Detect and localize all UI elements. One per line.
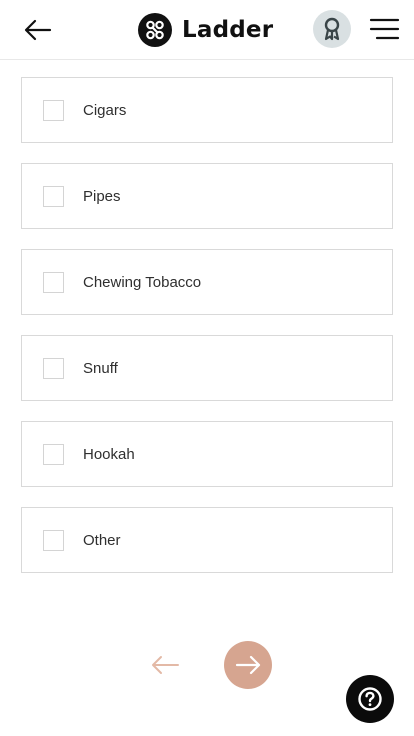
checkbox[interactable] bbox=[43, 357, 64, 379]
arrow-left-icon bbox=[152, 656, 179, 674]
option-cigars[interactable]: Cigars bbox=[21, 77, 393, 143]
arrow-left-icon bbox=[24, 19, 52, 41]
previous-button[interactable] bbox=[149, 652, 181, 678]
option-pipes[interactable]: Pipes bbox=[21, 163, 393, 229]
brand-name: Ladder bbox=[182, 17, 274, 43]
option-label: Chewing Tobacco bbox=[83, 273, 202, 291]
option-label: Snuff bbox=[83, 359, 118, 377]
checkbox[interactable] bbox=[43, 529, 64, 551]
option-chewing-tobacco[interactable]: Chewing Tobacco bbox=[21, 249, 393, 315]
back-button[interactable] bbox=[22, 16, 54, 44]
award-ribbon-icon bbox=[324, 17, 340, 41]
checkbox[interactable] bbox=[43, 443, 64, 465]
option-hookah[interactable]: Hookah bbox=[21, 421, 393, 487]
arrow-right-icon bbox=[235, 655, 261, 675]
ladder-logo-icon bbox=[138, 13, 172, 47]
option-label: Pipes bbox=[83, 187, 121, 205]
checkbox[interactable] bbox=[43, 99, 64, 121]
brand-logo: Ladder bbox=[138, 13, 273, 47]
app-header: Ladder bbox=[0, 0, 414, 60]
help-button[interactable] bbox=[346, 675, 394, 723]
option-label: Cigars bbox=[83, 101, 127, 119]
award-button[interactable] bbox=[313, 10, 351, 48]
tobacco-options-list: Cigars Pipes Chewing Tobacco Snuff Hooka… bbox=[21, 77, 393, 593]
question-mark-icon bbox=[358, 687, 382, 711]
checkbox[interactable] bbox=[43, 185, 64, 207]
checkbox[interactable] bbox=[43, 271, 64, 293]
hamburger-menu-icon bbox=[369, 18, 400, 40]
option-label: Hookah bbox=[83, 445, 135, 463]
option-other[interactable]: Other bbox=[21, 507, 393, 573]
next-button[interactable] bbox=[224, 641, 272, 689]
option-snuff[interactable]: Snuff bbox=[21, 335, 393, 401]
menu-button[interactable] bbox=[368, 16, 400, 42]
option-label: Other bbox=[83, 531, 121, 549]
